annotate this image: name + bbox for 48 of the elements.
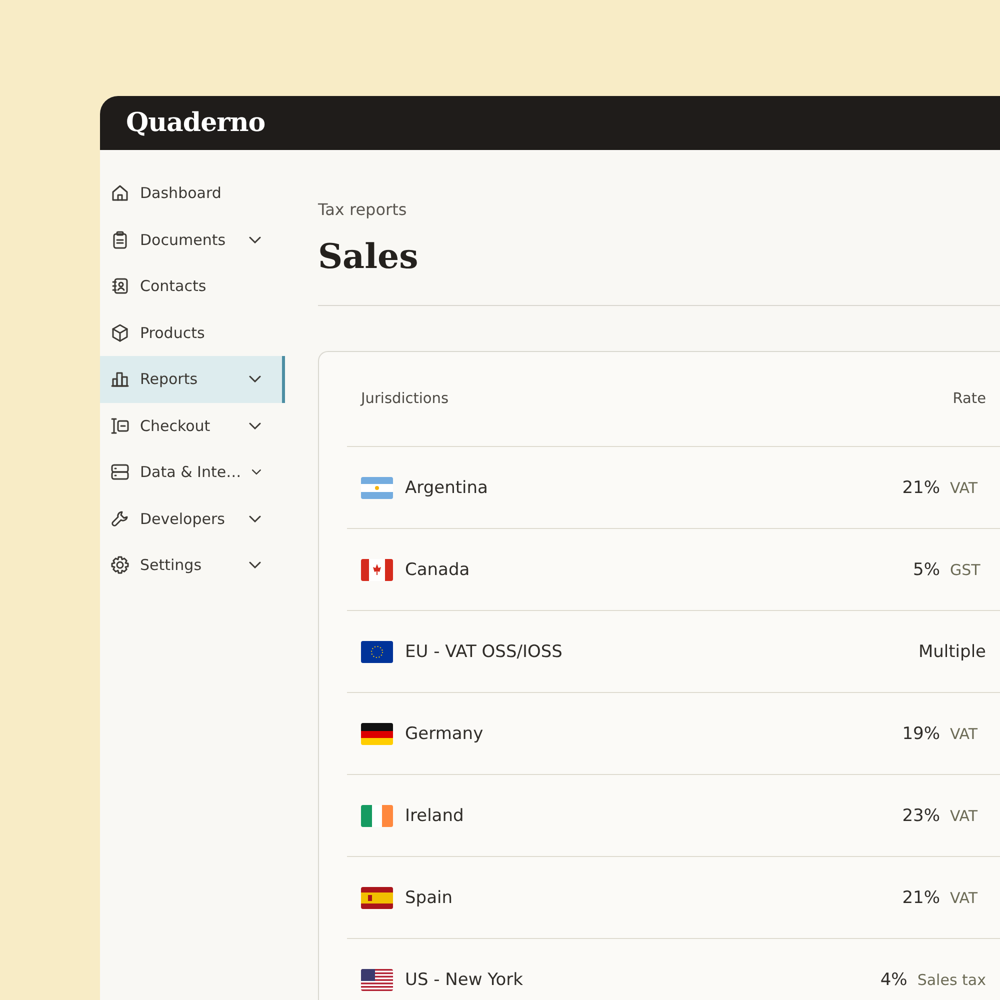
tax-type: VAT <box>950 478 979 496</box>
tax-rate: 19% <box>902 724 940 744</box>
flag-icon <box>361 476 393 498</box>
wrench-icon <box>110 508 130 529</box>
flag-icon <box>361 558 393 580</box>
tax-rate: 23% <box>902 806 940 826</box>
flag-icon <box>361 804 393 826</box>
jurisdiction-name: Ireland <box>405 806 465 826</box>
logo[interactable]: Quaderno <box>126 108 266 138</box>
settings-icon <box>110 555 130 576</box>
sidebar-item[interactable]: Developers <box>100 496 285 542</box>
sidebar-item[interactable]: Reports <box>100 356 285 402</box>
tax-type: VAT <box>950 806 979 824</box>
tax-type: VAT <box>950 724 979 742</box>
sidebar-item[interactable]: Checkout <box>100 402 285 449</box>
panel-icon <box>110 416 130 436</box>
breadcrumb[interactable]: Tax reports <box>318 200 1000 219</box>
jurisdiction-name: Canada <box>405 560 471 580</box>
cube-icon <box>110 322 130 343</box>
tax-rate: Multiple <box>918 642 986 662</box>
sidebar-item[interactable]: Documents <box>100 216 285 263</box>
column-header: Rate <box>952 391 986 407</box>
sidebar-item[interactable]: Products <box>100 310 285 356</box>
sidebar-item[interactable]: Contacts <box>100 263 285 310</box>
tax-rate: 21% <box>902 888 940 908</box>
jurisdiction-name: EU - VAT OSS/IOSS <box>405 642 564 662</box>
jurisdiction-name: Germany <box>405 724 484 744</box>
contact-card-icon <box>110 276 130 296</box>
jurisdiction-name: Argentina <box>405 478 489 498</box>
sidebar-item[interactable]: Dashboard <box>100 170 285 216</box>
flag-icon <box>361 640 393 662</box>
page-title: Sales <box>318 237 420 277</box>
flag-icon <box>361 968 393 990</box>
column-header: Jurisdictions <box>361 391 449 407</box>
tax-type: VAT <box>950 888 979 906</box>
jurisdiction-name: Spain <box>405 888 454 908</box>
sidebar-item[interactable]: Settings <box>100 542 285 588</box>
house-icon <box>110 183 130 204</box>
server-icon <box>110 462 130 482</box>
tax-rate: 5% <box>913 560 940 580</box>
flag-icon <box>361 722 393 744</box>
tax-type: Sales tax <box>917 970 986 988</box>
jurisdiction-name: US - New York <box>405 970 524 990</box>
tax-type: GST <box>950 560 982 578</box>
sidebar-item[interactable]: Data & Inte… <box>100 449 285 496</box>
flag-icon <box>361 886 393 908</box>
tax-rate: 21% <box>902 478 940 498</box>
tax-rate: 4% <box>880 970 908 990</box>
